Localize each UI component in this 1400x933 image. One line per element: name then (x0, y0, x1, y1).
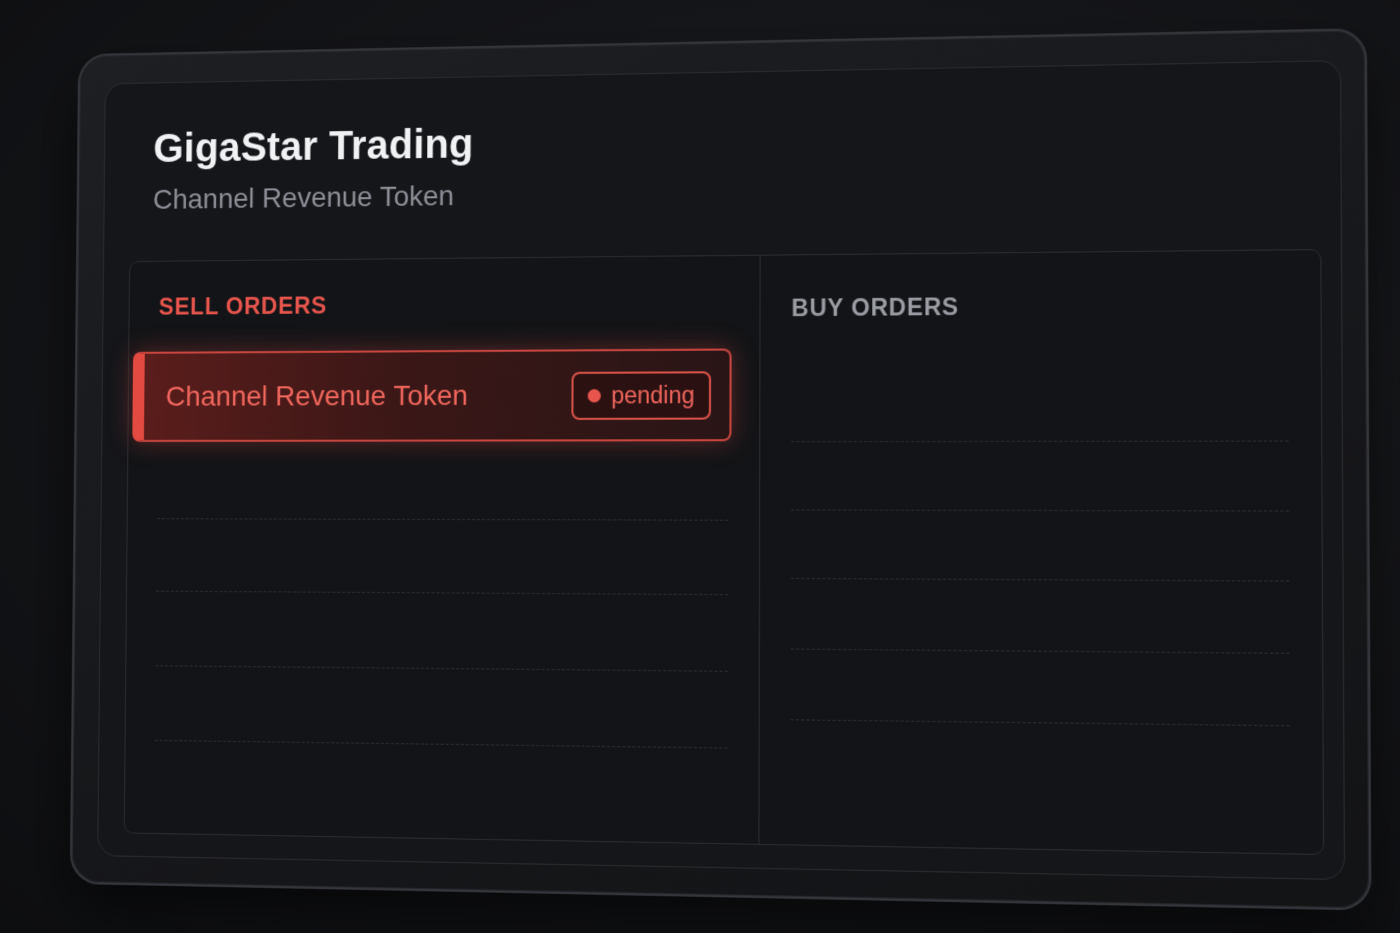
status-badge: pending (571, 370, 712, 420)
empty-row-divider (790, 577, 1290, 582)
buy-orders-panel: BUY ORDERS (759, 250, 1323, 854)
sell-orders-heading: SELL ORDERS (158, 292, 328, 320)
empty-row-divider (790, 719, 1290, 727)
app-title: GigaStar Trading (153, 121, 474, 172)
status-dot-icon (587, 388, 602, 402)
stage: GigaStar Trading Channel Revenue Token S… (0, 0, 1400, 933)
empty-row-divider (156, 590, 728, 596)
sell-orders-panel: SELL ORDERS Channel Revenue Token pendin… (124, 255, 761, 844)
order-book: SELL ORDERS Channel Revenue Token pendin… (123, 249, 1325, 856)
empty-row-divider (155, 665, 728, 672)
empty-row-divider (154, 739, 728, 749)
buy-orders-heading: BUY ORDERS (791, 293, 959, 322)
empty-row-divider (156, 518, 729, 521)
app-subtitle: Channel Revenue Token (152, 179, 455, 215)
empty-row-divider (791, 440, 1289, 443)
empty-row-divider (790, 648, 1290, 654)
app-header: GigaStar Trading Channel Revenue Token (153, 122, 474, 216)
app-screen: GigaStar Trading Channel Revenue Token S… (97, 60, 1346, 881)
sell-order-row[interactable]: Channel Revenue Token pending (132, 348, 732, 442)
status-label: pending (611, 381, 695, 409)
order-name: Channel Revenue Token (165, 379, 469, 412)
empty-row-divider (791, 509, 1289, 512)
device-frame: GigaStar Trading Channel Revenue Token S… (69, 28, 1372, 911)
